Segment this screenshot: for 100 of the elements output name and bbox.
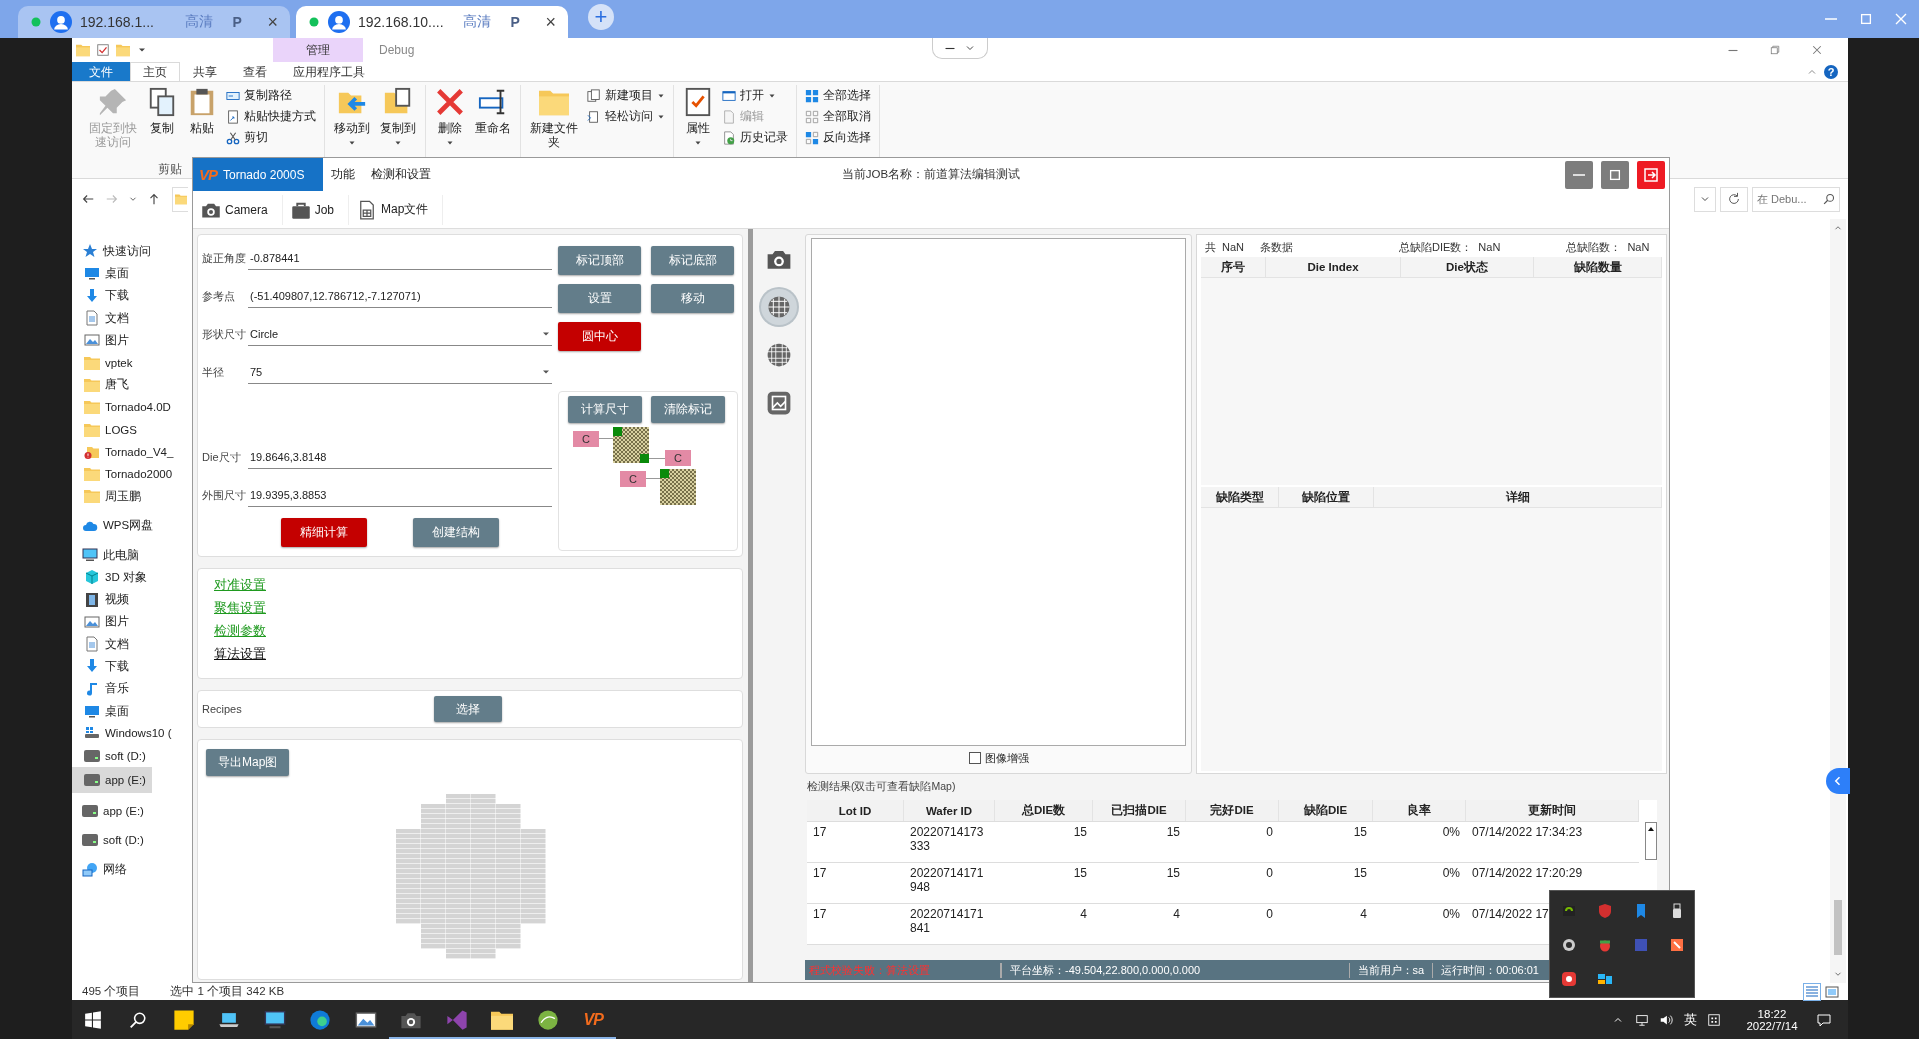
settings-link[interactable]: 检测参数 [214, 619, 266, 642]
dropdown[interactable]: Circle [248, 322, 552, 346]
side-tool-button[interactable] [761, 289, 797, 325]
refresh-button[interactable] [1720, 186, 1748, 212]
ribbon-tab[interactable]: 共享 [180, 62, 230, 81]
action-button[interactable]: 设置 [558, 284, 641, 313]
action-button[interactable]: 圆中心 [558, 322, 641, 351]
action-button[interactable]: 精细计算 [281, 518, 367, 547]
input-field[interactable]: 19.8646,3.8148 [248, 445, 552, 469]
enhance-checkbox[interactable]: 图像增强 [811, 746, 1186, 770]
input-field[interactable]: 19.9395,3.8853 [248, 483, 552, 507]
browser-tab[interactable]: 192.168.1... 高清 P × [18, 6, 290, 38]
exit-button[interactable] [1637, 161, 1665, 189]
scroll-thumb[interactable] [1834, 900, 1842, 955]
nav-item[interactable]: 视频 [72, 588, 192, 611]
ribbon-button[interactable]: 粘贴 [184, 85, 220, 137]
ribbon-button[interactable]: 粘贴快捷方式 [224, 106, 318, 127]
address-field[interactable] [172, 186, 188, 212]
nav-item[interactable]: soft (D:) [72, 744, 192, 767]
action-button[interactable]: 创建结构 [413, 518, 499, 547]
settings-link[interactable]: 算法设置 [214, 642, 266, 665]
nav-item[interactable]: app (E:) [72, 799, 192, 823]
nav-item[interactable]: 网络 [72, 858, 192, 881]
ribbon-button[interactable]: 轻松访问 [585, 106, 667, 127]
nav-item[interactable]: 文档 [72, 306, 192, 330]
nav-item[interactable]: 唐飞 [72, 373, 192, 397]
action-button[interactable]: 标记底部 [651, 246, 734, 275]
details-view-icon[interactable] [1804, 983, 1820, 1000]
menu-tab[interactable]: VP Tornado 2000S [193, 158, 323, 191]
nav-item[interactable]: 下载 [72, 284, 192, 307]
action-button[interactable]: 移动 [651, 284, 734, 313]
toolbar-button[interactable]: Map文件 [349, 194, 444, 225]
nav-item[interactable]: vptek [72, 351, 192, 374]
ribbon-tab[interactable]: 应用程序工具 [280, 62, 378, 81]
ribbon-button[interactable]: 复制路径 [224, 85, 318, 106]
nav-item[interactable]: 周玉鹏 [72, 485, 192, 508]
input-method-button[interactable]: 英 [1678, 1000, 1702, 1039]
input-field[interactable]: -0.878441 [248, 246, 552, 270]
ribbon-button[interactable]: 反向选择 [803, 127, 873, 148]
search-field[interactable]: 在 Debu... [1752, 186, 1840, 212]
ribbon-button[interactable]: 全部选择 [803, 85, 873, 106]
scroll-up-icon[interactable] [1647, 825, 1655, 833]
close-tab-button[interactable]: × [267, 11, 278, 33]
collapse-button[interactable] [1826, 768, 1850, 794]
menu-tab[interactable]: 功能 [323, 158, 363, 191]
ribbon-tab[interactable]: 查看 [230, 62, 280, 81]
nav-item[interactable]: 文档 [72, 633, 192, 656]
nav-item[interactable]: 桌面 [72, 262, 192, 285]
dropdown[interactable]: 75 [248, 360, 552, 384]
nav-item[interactable]: Tornado2000 [72, 462, 192, 486]
new-tab-button[interactable]: + [588, 4, 614, 30]
close-button[interactable] [1893, 11, 1909, 27]
large-icons-view-icon[interactable] [1824, 983, 1840, 1000]
nav-item[interactable]: 桌面 [72, 699, 192, 723]
nav-item[interactable]: LOGS [72, 418, 192, 441]
action-button[interactable]: 清除标记 [651, 396, 725, 423]
nav-item[interactable]: 快速访问 [72, 240, 192, 263]
ribbon-button[interactable]: 删除 [432, 85, 468, 149]
toolbar-button[interactable]: Job [282, 194, 350, 225]
nav-item[interactable]: Tornado_V4_ [72, 440, 192, 463]
nav-item[interactable]: WPS网盘 [72, 514, 192, 537]
maximize-button[interactable] [1859, 12, 1873, 26]
ribbon-button[interactable]: 全部取消 [803, 106, 873, 127]
ribbon-button[interactable]: 复制到 [377, 85, 419, 149]
ribbon-button[interactable]: 新建文件夹 [527, 85, 581, 151]
ribbon-button[interactable]: 复制 [144, 85, 180, 137]
ribbon-button[interactable]: 属性 [680, 85, 716, 149]
ribbon-button[interactable]: 移动到 [331, 85, 373, 149]
export-map-button[interactable]: 导出Map图 [206, 749, 290, 776]
nav-item[interactable]: 音乐 [72, 677, 192, 700]
settings-link[interactable]: 聚焦设置 [214, 596, 266, 619]
nav-item[interactable]: Windows10 ( [72, 722, 192, 745]
select-button[interactable]: 选择 [434, 696, 502, 722]
input-field[interactable]: (-51.409807,12.786712,-7.127071) [248, 284, 552, 308]
help-button[interactable]: ? [1824, 64, 1838, 79]
nav-item[interactable]: 图片 [72, 329, 192, 352]
action-button[interactable]: 计算尺寸 [568, 396, 642, 423]
ribbon-tab[interactable]: 主页 [130, 62, 180, 81]
nav-item[interactable]: app (E:) [72, 766, 152, 793]
checkbox[interactable] [968, 752, 981, 764]
scrollbar[interactable] [1830, 219, 1846, 983]
nav-item[interactable]: 此电脑 [72, 543, 192, 567]
nav-item[interactable]: Tornado4.0D [72, 396, 192, 419]
settings-link[interactable]: 对准设置 [214, 573, 266, 596]
ribbon-tab[interactable]: 文件 [72, 62, 130, 81]
table-row[interactable]: 17 20220714173333 15 15 0 15 0% 07/14/2022 17:34:23 [807, 822, 1639, 863]
maximize-button[interactable] [1601, 161, 1629, 189]
nav-item[interactable]: 3D 对象 [72, 566, 192, 589]
ribbon-button[interactable]: 重命名 [472, 85, 514, 137]
scrollbar[interactable] [1645, 822, 1657, 860]
menu-tab[interactable]: 检测和设置 [363, 158, 439, 191]
ribbon-button[interactable]: 历史记录 [720, 127, 790, 148]
ribbon-button[interactable]: 剪切 [224, 127, 318, 148]
ribbon-button[interactable]: 打开 [720, 85, 790, 106]
nav-item[interactable]: 下载 [72, 655, 192, 678]
nav-item[interactable]: 图片 [72, 610, 192, 634]
toolbar-button[interactable]: Camera [193, 194, 283, 225]
browser-tab[interactable]: 192.168.10.... 高清 P × [296, 6, 568, 38]
minimize-button[interactable] [1565, 161, 1593, 189]
action-button[interactable]: 标记顶部 [558, 246, 641, 275]
